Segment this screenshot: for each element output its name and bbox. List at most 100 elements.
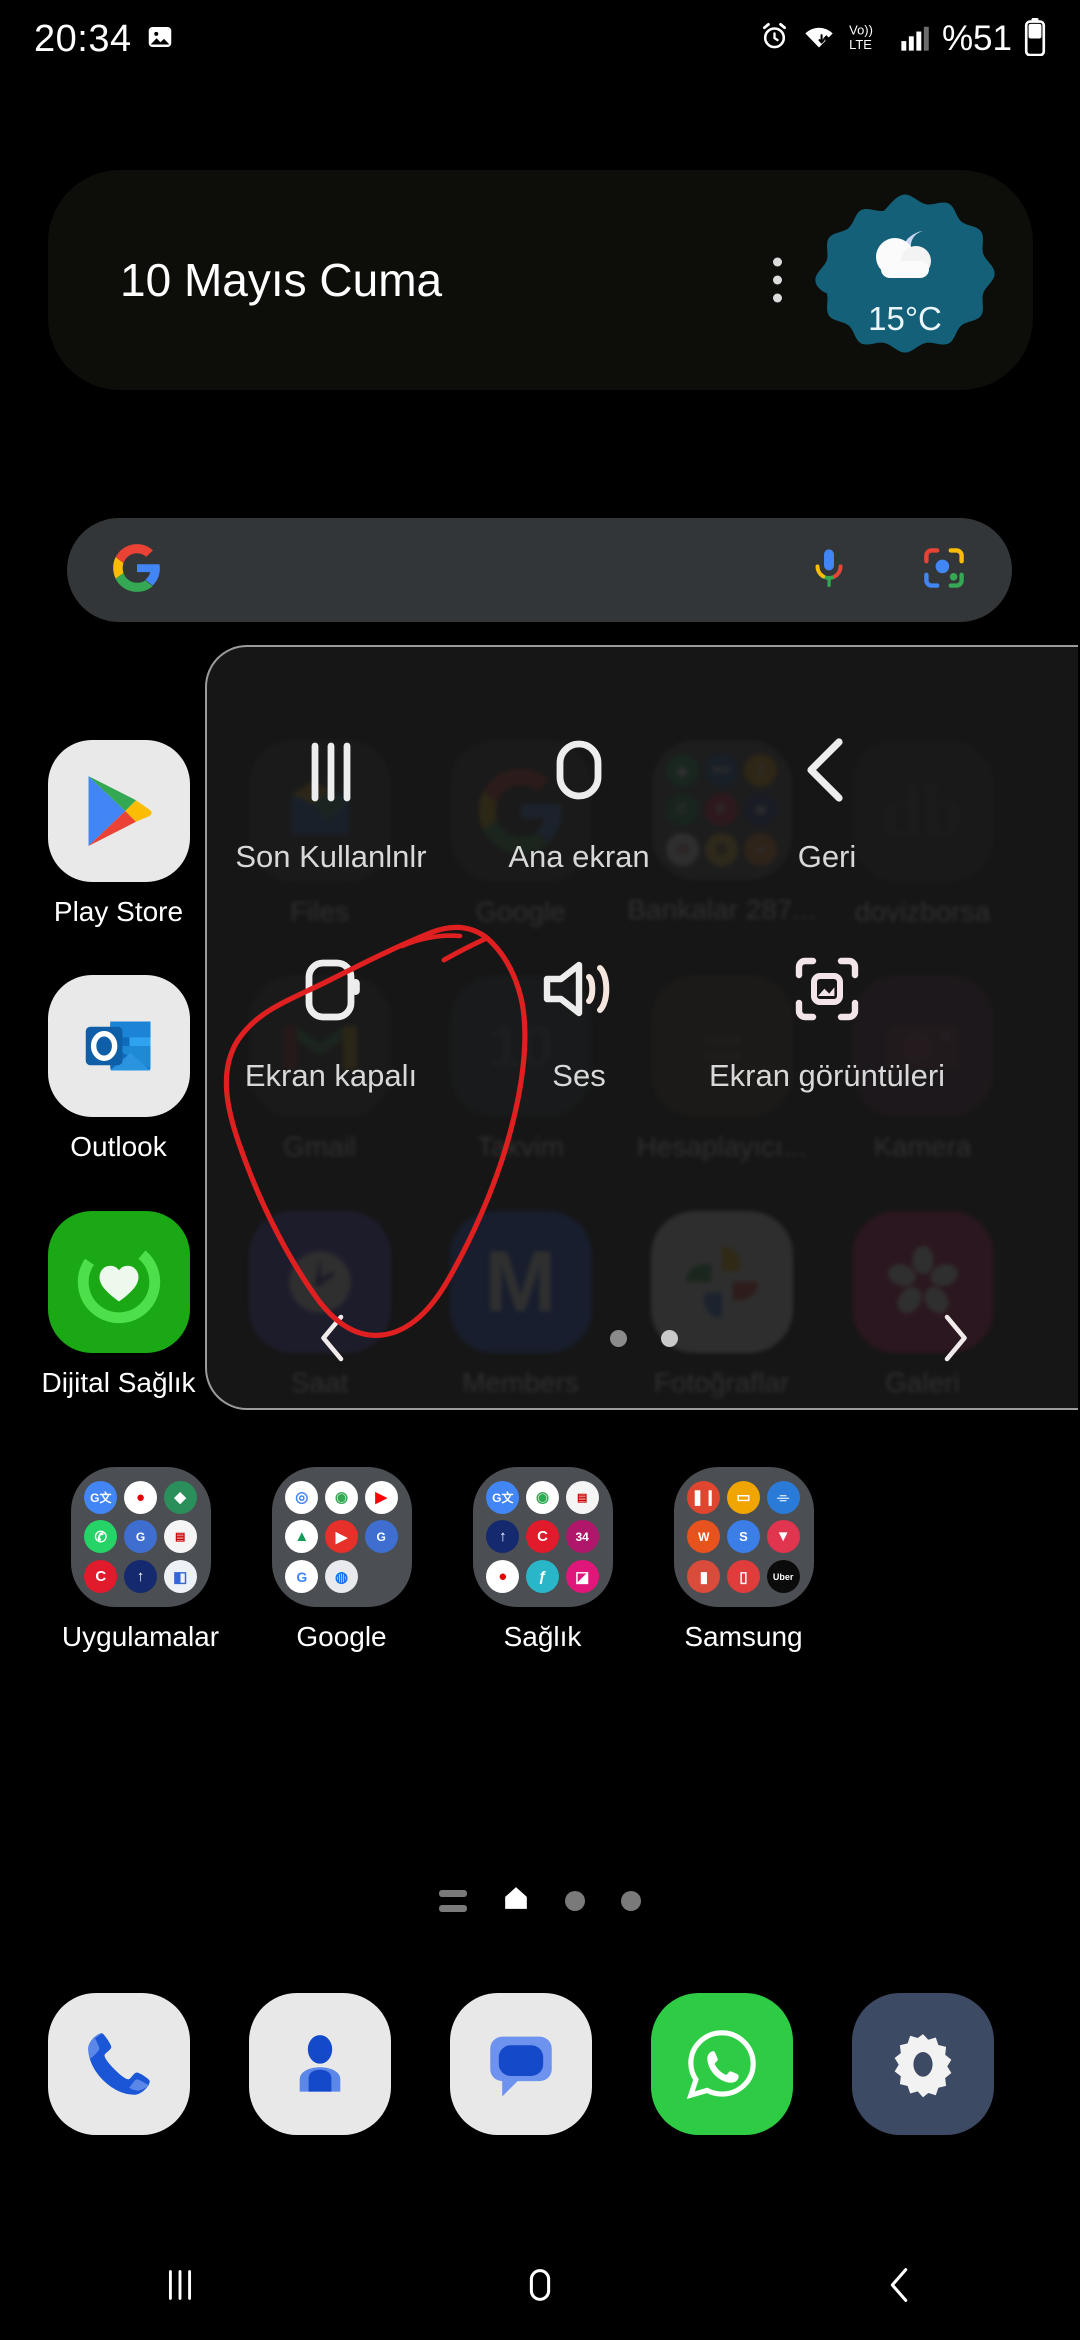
status-bar: 20:34 Vo)) LTE %51 bbox=[0, 0, 1080, 78]
page-dot[interactable] bbox=[565, 1890, 585, 1911]
page-indicator bbox=[0, 1885, 1080, 1916]
assistant-menu-grid: Son Kullanlnlr Ana ekran Geri Ekran kapa… bbox=[207, 705, 1080, 1094]
chevron-left-icon[interactable] bbox=[274, 1310, 394, 1366]
mini-app-icon: W bbox=[687, 1520, 721, 1554]
alarm-icon bbox=[759, 21, 790, 57]
assistant-recents-button[interactable]: Son Kullanlnlr bbox=[207, 705, 455, 876]
assistant-screen-off-button[interactable]: Ekran kapalı bbox=[207, 924, 455, 1095]
assistant-row-2: Ekran kapalı Ses Ekran görüntüleri bbox=[207, 924, 1080, 1095]
assistant-page-dots bbox=[394, 1329, 894, 1347]
mini-app-icon: Uber bbox=[766, 1560, 800, 1594]
volume-icon bbox=[529, 924, 629, 1054]
folder-saglik[interactable]: G文 ◉ ▤ ↑ C 34 ● ƒ ◪ Sağlık bbox=[442, 1467, 643, 1653]
mini-app-icon: ƒ bbox=[525, 1560, 559, 1594]
home-screen-root: 20:34 Vo)) LTE %51 10 Mayıs Cuma 15°C Pl… bbox=[0, 0, 1080, 2340]
mini-app-icon: ▤ bbox=[163, 1520, 197, 1554]
battery-percent-label: %51 bbox=[941, 19, 1012, 58]
folder-uygulamalar[interactable]: G文 ● ◆ ✆ G ▤ C ↑ ◧ Uygulamalar bbox=[40, 1467, 241, 1653]
mini-app-icon: ▶ bbox=[324, 1520, 358, 1554]
page-dot[interactable] bbox=[621, 1890, 641, 1911]
assistant-page-dot[interactable] bbox=[609, 1329, 627, 1347]
mini-app-icon: S bbox=[726, 1520, 760, 1554]
assistant-screenshot-button[interactable]: Ekran görüntüleri bbox=[703, 924, 951, 1095]
mini-app-icon: ◪ bbox=[565, 1560, 599, 1594]
digital-wellbeing-icon bbox=[47, 1211, 190, 1353]
assistant-label: Ana ekran bbox=[508, 839, 650, 874]
mini-app-icon: ▮ bbox=[687, 1560, 721, 1594]
date-weather-widget[interactable]: 10 Mayıs Cuma 15°C bbox=[48, 170, 1033, 390]
app-outlook[interactable]: Outlook bbox=[18, 975, 219, 1163]
folder-row: G文 ● ◆ ✆ G ▤ C ↑ ◧ Uygulamalar ◎ ◉ ▶ ▲ ▶… bbox=[0, 1467, 1080, 1653]
folder-samsung[interactable]: ❚❙ ▭ ⌯ W S ▼ ▮ ▯ Uber Samsung bbox=[643, 1467, 844, 1653]
mini-app-icon: ◎ bbox=[285, 1480, 319, 1514]
dock-messages[interactable] bbox=[420, 1993, 621, 2135]
folder-grid: G文 ● ◆ ✆ G ▤ C ↑ ◧ bbox=[70, 1467, 211, 1607]
screen-off-icon bbox=[283, 924, 379, 1054]
mini-app-icon: 34 bbox=[565, 1520, 599, 1554]
assistant-label: Son Kullanlnlr bbox=[235, 839, 427, 874]
svg-text:LTE: LTE bbox=[849, 36, 872, 51]
home-icon bbox=[531, 705, 627, 835]
mini-app-icon: ◉ bbox=[525, 1480, 559, 1514]
mini-app-icon: G文 bbox=[84, 1480, 118, 1514]
outlook-icon bbox=[47, 975, 190, 1117]
mini-app-icon: G bbox=[123, 1520, 157, 1554]
folder-grid: G文 ◉ ▤ ↑ C 34 ● ƒ ◪ bbox=[472, 1467, 613, 1607]
app-play-store[interactable]: Play Store bbox=[18, 740, 219, 928]
folder-grid: ◎ ◉ ▶ ▲ ▶ G G ◍ bbox=[271, 1467, 412, 1607]
mini-app-icon: ✆ bbox=[84, 1520, 118, 1554]
screenshot-icon bbox=[778, 924, 876, 1054]
status-clock: 20:34 bbox=[34, 17, 132, 60]
image-icon bbox=[145, 22, 175, 57]
folder-label: Google bbox=[296, 1621, 387, 1652]
assistant-menu-panel: Son Kullanlnlr Ana ekran Geri Ekran kapa… bbox=[205, 645, 1078, 1410]
volte-icon: Vo)) LTE bbox=[848, 21, 888, 58]
weather-badge[interactable]: 15°C bbox=[815, 190, 995, 370]
mini-app-icon: G bbox=[364, 1520, 398, 1554]
mini-app-icon: ▶ bbox=[364, 1480, 398, 1514]
app-label: Play Store bbox=[53, 896, 184, 927]
mini-app-icon: ● bbox=[486, 1560, 520, 1594]
settings-icon bbox=[851, 1993, 994, 2135]
dock-phone[interactable] bbox=[18, 1993, 219, 2135]
microphone-icon[interactable] bbox=[806, 545, 852, 596]
nav-back-icon[interactable] bbox=[810, 2230, 990, 2340]
whatsapp-icon bbox=[650, 1993, 793, 2135]
signal-icon bbox=[900, 22, 930, 57]
mini-app-icon: ❚❙ bbox=[687, 1480, 721, 1514]
mini-app-icon: G文 bbox=[486, 1480, 520, 1514]
assistant-home-button[interactable]: Ana ekran bbox=[455, 705, 703, 876]
more-vertical-icon[interactable] bbox=[773, 257, 782, 303]
chevron-right-icon[interactable] bbox=[894, 1310, 1014, 1366]
mini-app-icon: ↑ bbox=[123, 1560, 157, 1594]
dock-settings[interactable] bbox=[822, 1993, 1023, 2135]
google-g-icon bbox=[111, 542, 163, 599]
nav-home-icon[interactable] bbox=[450, 2230, 630, 2340]
play-store-icon bbox=[47, 740, 190, 882]
folder-google[interactable]: ◎ ◉ ▶ ▲ ▶ G G ◍ Google bbox=[241, 1467, 442, 1653]
folder-label: Samsung bbox=[684, 1621, 803, 1652]
mini-app-icon: ▲ bbox=[285, 1520, 319, 1554]
widget-date-label: 10 Mayıs Cuma bbox=[120, 254, 443, 306]
assistant-label: Ekran görüntüleri bbox=[708, 1057, 946, 1093]
mini-app-icon: G bbox=[285, 1560, 319, 1594]
mini-app-icon: ◆ bbox=[163, 1480, 197, 1514]
google-search-bar[interactable] bbox=[67, 518, 1012, 622]
mini-app-icon: ↑ bbox=[486, 1520, 520, 1554]
assistant-back-button[interactable]: Geri bbox=[703, 705, 951, 876]
weather-temperature: 15°C bbox=[868, 299, 942, 337]
dock-contacts[interactable] bbox=[219, 1993, 420, 2135]
app-dijital-saglik[interactable]: Dijital Sağlık bbox=[18, 1211, 219, 1399]
google-lens-icon[interactable] bbox=[920, 544, 968, 597]
back-icon bbox=[779, 705, 875, 835]
assistant-volume-button[interactable]: Ses bbox=[455, 924, 703, 1095]
status-bar-right: Vo)) LTE %51 bbox=[759, 17, 1046, 61]
home-page-icon[interactable] bbox=[503, 1885, 529, 1916]
app-list-icon[interactable] bbox=[439, 1889, 467, 1912]
assistant-page-dot-active[interactable] bbox=[660, 1329, 678, 1347]
mini-app-icon: ◍ bbox=[324, 1560, 358, 1594]
app-label: Dijital Sağlık bbox=[41, 1367, 196, 1398]
mini-app-icon: ▯ bbox=[726, 1560, 760, 1594]
dock-whatsapp[interactable] bbox=[621, 1993, 822, 2135]
nav-recents-icon[interactable] bbox=[90, 2230, 270, 2340]
